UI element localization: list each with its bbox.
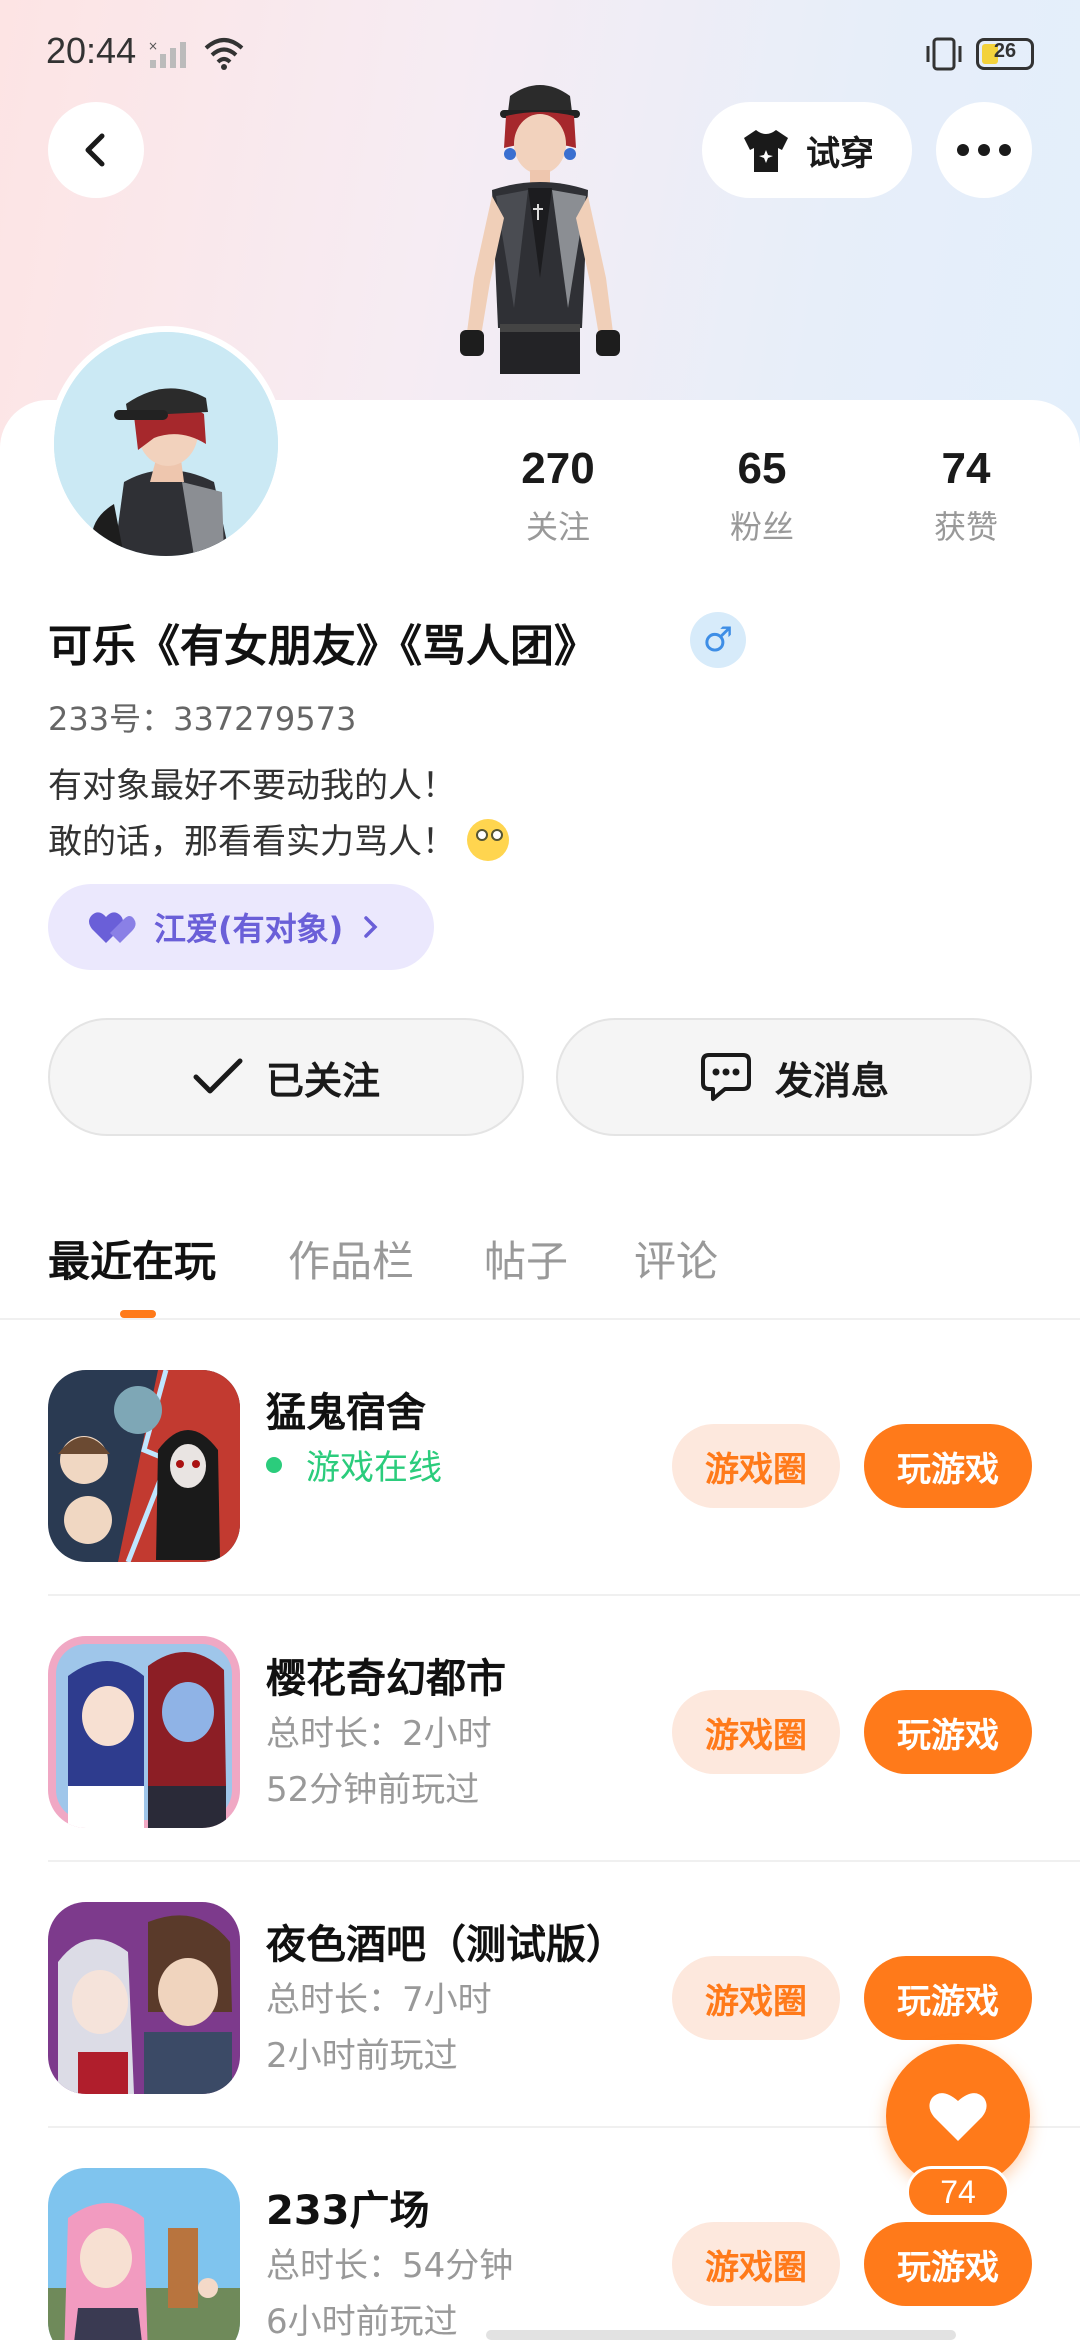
game-icon[interactable] [48, 1370, 240, 1562]
game-status: 游戏在线 [266, 1440, 442, 1489]
tab-recently-played[interactable]: 最近在玩 [48, 1228, 216, 1289]
likes-label: 获赞 [933, 508, 998, 546]
list-item[interactable]: 樱花奇幻都市 总时长：2小时 52分钟前玩过 游戏圈 玩游戏 [0, 1596, 1080, 1862]
game-circle-button[interactable]: 游戏圈 [672, 2222, 840, 2306]
online-dot-icon [266, 1457, 282, 1473]
play-game-button[interactable]: 玩游戏 [864, 1424, 1032, 1508]
game-playtime: 总时长：7小时 [266, 1980, 492, 2020]
followers-stat[interactable]: 65 粉丝 [682, 444, 842, 548]
game-circle-button[interactable]: 游戏圈 [672, 1690, 840, 1774]
relationship-chip[interactable]: 江爱(有对象) [48, 884, 434, 970]
svg-text:×: × [148, 40, 158, 53]
game-playtime: 总时长：2小时 [266, 1714, 492, 1754]
game-circle-button[interactable]: 游戏圈 [672, 1424, 840, 1508]
send-message-label: 发消息 [774, 1058, 889, 1103]
following-stat[interactable]: 270 关注 [478, 444, 638, 548]
game-name: 猛鬼宿舍 [266, 1390, 426, 1436]
check-icon [193, 1058, 243, 1094]
following-count: 270 [521, 444, 595, 493]
bio-line-1: 有对象最好不要动我的人！ [48, 766, 456, 806]
bio: 有对象最好不要动我的人！ 敢的话，那看看实力骂人！ [48, 758, 509, 870]
vibrate-icon [926, 37, 962, 71]
following-label: 关注 [525, 508, 590, 546]
user-id[interactable]: 233号：337279573 [48, 694, 356, 740]
active-tab-indicator [120, 1310, 156, 1318]
game-circle-button[interactable]: 游戏圈 [672, 1956, 840, 2040]
avatar-3d-figure [460, 85, 620, 374]
game-last-played: 6小时前玩过 [266, 2302, 458, 2340]
chevron-right-icon [364, 916, 378, 938]
game-last-played: 2小时前玩过 [266, 2036, 458, 2076]
list-item[interactable]: 猛鬼宿舍 游戏在线 游戏圈 玩游戏 [0, 1330, 1080, 1596]
chevron-left-icon [85, 133, 105, 167]
try-on-label: 试穿 [806, 133, 874, 174]
try-on-button[interactable]: 试穿 [702, 102, 912, 198]
game-playtime: 总时长：54分钟 [266, 2246, 514, 2286]
back-button[interactable] [48, 102, 144, 198]
more-options-button[interactable] [936, 102, 1032, 198]
following-button[interactable]: 已关注 [48, 1018, 524, 1136]
likes-count: 74 [941, 444, 991, 493]
tab-comments[interactable]: 评论 [634, 1228, 718, 1289]
play-game-button[interactable]: 玩游戏 [864, 2222, 1032, 2306]
following-button-label: 已关注 [265, 1058, 380, 1103]
send-message-button[interactable]: 发消息 [556, 1018, 1032, 1136]
game-name: 樱花奇幻都市 [266, 1656, 506, 1702]
eye-roll-emoji-icon [466, 819, 509, 861]
game-name: 夜色酒吧（测试版） [266, 1922, 626, 1968]
status-time: 20:44 [46, 30, 137, 71]
chat-bubble-icon [700, 1053, 751, 1101]
profile-stats: 270 关注 65 粉丝 74 获赞 [0, 444, 1080, 564]
username: 可乐《有女朋友》《骂人团》 [48, 621, 598, 672]
followers-count: 65 [737, 444, 787, 493]
game-icon[interactable] [48, 1902, 240, 2094]
signal-icon: × [148, 40, 186, 68]
game-icon[interactable] [48, 1636, 240, 1828]
profile-tabs: 最近在玩 作品栏 帖子 评论 [0, 1210, 1080, 1320]
heart-icon [929, 2093, 987, 2141]
like-count: 74 [906, 2166, 1010, 2218]
followers-label: 粉丝 [729, 508, 794, 546]
tab-works[interactable]: 作品栏 [288, 1228, 414, 1289]
play-game-button[interactable]: 玩游戏 [864, 1690, 1032, 1774]
more-dots-icon [957, 144, 1011, 156]
tshirt-icon [744, 130, 788, 172]
wifi-icon [204, 38, 244, 70]
game-icon[interactable] [48, 2168, 240, 2340]
home-indicator [486, 2330, 956, 2340]
double-heart-icon [89, 912, 136, 943]
game-name: 233广场 [266, 2188, 430, 2234]
battery-icon: 26 [976, 38, 1034, 70]
male-gender-icon: ♂ [690, 612, 746, 668]
likes-stat[interactable]: 74 获赞 [886, 444, 1046, 548]
tab-posts[interactable]: 帖子 [484, 1228, 568, 1289]
relationship-label: 江爱(有对象) [154, 910, 344, 948]
game-last-played: 52分钟前玩过 [266, 1770, 480, 1810]
bio-line-2: 敢的话，那看看实力骂人！ [48, 822, 456, 862]
battery-level: 26 [993, 40, 1017, 62]
play-game-button[interactable]: 玩游戏 [864, 1956, 1032, 2040]
